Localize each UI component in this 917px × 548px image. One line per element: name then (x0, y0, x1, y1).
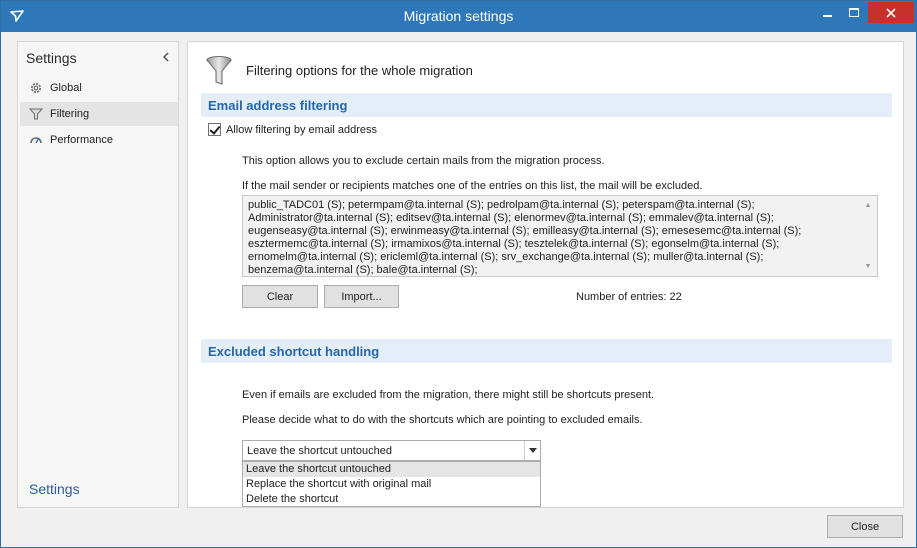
email-filtering-section-header: Email address filtering (201, 93, 892, 117)
email-entries-textarea[interactable]: public_TADC01 (S); petermpam@ta.internal… (242, 195, 878, 277)
window-title: Migration settings (403, 8, 514, 24)
entries-count: Number of entries: 22 (576, 291, 682, 303)
migration-settings-window: Migration settings Settings Global Filte… (0, 0, 917, 548)
checkbox-checked-icon[interactable] (208, 123, 221, 136)
gear-icon (28, 80, 44, 96)
shortcut-handling-options-list: Leave the shortcut untouched Replace the… (242, 461, 541, 507)
close-button[interactable]: Close (827, 515, 903, 538)
shortcut-question: Please decide what to do with the shortc… (242, 414, 643, 426)
maximize-button[interactable] (841, 2, 867, 23)
email-filter-hint: If the mail sender or recipients matches… (242, 180, 703, 192)
import-button[interactable]: Import... (324, 285, 399, 308)
email-entries-line: ernomelm@ta.internal (S); ericleml@ta.in… (248, 251, 764, 263)
shortcut-handling-select[interactable]: Leave the shortcut untouched (242, 440, 541, 461)
gauge-icon (28, 132, 44, 148)
sidebar-item-label: Filtering (50, 108, 90, 120)
dropdown-option-replace-with-original[interactable]: Replace the shortcut with original mail (243, 477, 540, 492)
minimize-button[interactable] (814, 2, 840, 23)
page-header: Filtering options for the whole migratio… (206, 55, 473, 85)
checkbox-label: Allow filtering by email address (226, 123, 378, 136)
clear-button[interactable]: Clear (242, 285, 318, 308)
email-entries-line: Administrator@ta.internal (S); editsev@t… (248, 212, 774, 224)
settings-sidebar: Settings Global Filtering Performance Se… (17, 41, 179, 508)
email-entries-line: benzema@ta.internal (S); bale@ta.interna… (248, 264, 478, 276)
funnel-icon (206, 56, 232, 85)
maximize-icon (849, 8, 859, 17)
email-entries-line: eugenseasy@ta.internal (S); erwinmeasy@t… (248, 225, 802, 237)
sidebar-item-filtering[interactable]: Filtering (20, 102, 178, 126)
chevron-left-icon[interactable] (162, 50, 170, 65)
allow-email-filtering-checkbox[interactable]: Allow filtering by email address (208, 123, 377, 136)
filtering-content-panel: Filtering options for the whole migratio… (187, 41, 904, 508)
dropdown-arrow-icon[interactable] (524, 441, 540, 460)
shortcut-description: Even if emails are excluded from the mig… (242, 389, 655, 401)
sidebar-footer-settings[interactable]: Settings (29, 481, 80, 497)
close-icon (886, 7, 896, 18)
funnel-icon (28, 106, 44, 122)
email-filter-description: This option allows you to exclude certai… (242, 155, 605, 167)
shortcut-handling-section-header: Excluded shortcut handling (201, 339, 892, 363)
email-entries-line: public_TADC01 (S); petermpam@ta.internal… (248, 199, 755, 211)
page-title: Filtering options for the whole migratio… (246, 62, 473, 78)
shortcut-handling-selected-value: Leave the shortcut untouched (247, 444, 392, 457)
sidebar-item-label: Performance (50, 134, 113, 146)
scroll-up-icon[interactable]: ▲ (861, 199, 875, 212)
sidebar-item-label: Global (50, 82, 82, 94)
sidebar-item-global[interactable]: Global (20, 76, 178, 100)
sidebar-header: Settings (26, 50, 77, 66)
title-bar[interactable]: Migration settings (1, 1, 916, 32)
scroll-down-icon[interactable]: ▼ (861, 260, 875, 273)
email-entries-scrollbar[interactable]: ▲ ▼ (861, 198, 875, 274)
email-entries-line: esztermemc@ta.internal (S); irmamixos@ta… (248, 238, 780, 250)
dropdown-option-delete[interactable]: Delete the shortcut (243, 492, 540, 507)
close-window-button[interactable] (868, 2, 914, 23)
dropdown-option-leave-untouched[interactable]: Leave the shortcut untouched (243, 462, 540, 477)
minimize-icon (822, 14, 832, 17)
sidebar-item-performance[interactable]: Performance (20, 128, 178, 152)
